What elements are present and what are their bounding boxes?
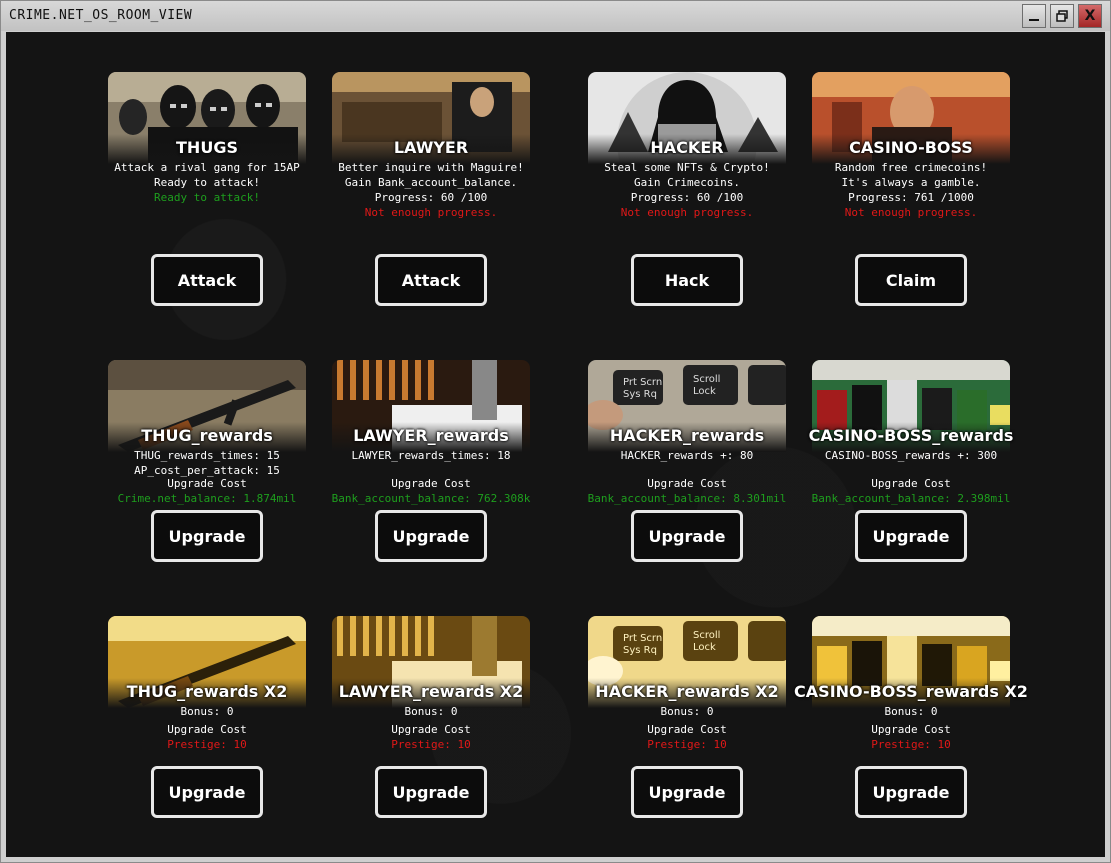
close-button[interactable]: X bbox=[1078, 4, 1102, 28]
card-thugs: THUGS Attack a rival gang for 15AP Ready… bbox=[60, 72, 320, 322]
card-lawyer-rewards: LAWYER_rewards LAWYER_rewards_times: 18 … bbox=[284, 360, 544, 610]
bonus-text: Bonus: 0 bbox=[404, 705, 458, 718]
maximize-icon bbox=[1056, 10, 1068, 22]
app-window: CRIME.NET_OS_ROOM_VIEW X THUGS Attack a … bbox=[0, 0, 1111, 863]
upgrade-button[interactable]: Upgrade bbox=[855, 766, 967, 818]
card-thug-rewards: THUG_rewards THUG_rewards_times: 15 AP_c… bbox=[60, 360, 320, 610]
hack-button[interactable]: Hack bbox=[631, 254, 743, 306]
card-title: LAWYER bbox=[393, 138, 469, 157]
card-casino-boss: CASINO-BOSS Random free crimecoins! It's… bbox=[764, 72, 1024, 322]
bonus-text: Bonus: 0 bbox=[884, 705, 938, 718]
svg-text:Lock: Lock bbox=[693, 386, 716, 397]
card-hacker: HACKER Steal some NFTs & Crypto! Gain Cr… bbox=[540, 72, 800, 322]
card-hacker-rewards-x2: Prt Scrn Sys Rq Scroll Lock HACKER_rewar… bbox=[540, 616, 800, 857]
svg-text:Scroll: Scroll bbox=[693, 374, 720, 385]
card-casino-boss-rewards: CASINO-BOSS_rewards CASINO-BOSS_rewards … bbox=[764, 360, 1024, 610]
card-lawyer-rewards-x2: LAWYER_rewards X2 Bonus: 0 Upgrade Cost … bbox=[284, 616, 544, 857]
card-title: LAWYER_rewards X2 bbox=[338, 682, 524, 701]
upgrade-button[interactable]: Upgrade bbox=[855, 510, 967, 562]
card-hacker-rewards: Prt Scrn Sys Rq Scroll Lock HACKER_rewar… bbox=[540, 360, 800, 610]
title-bar[interactable]: CRIME.NET_OS_ROOM_VIEW X bbox=[1, 1, 1110, 31]
card-thug-rewards-x2: THUG_rewards X2 Bonus: 0 Upgrade Cost Pr… bbox=[60, 616, 320, 857]
upgrade-button[interactable]: Upgrade bbox=[375, 510, 487, 562]
attack-button[interactable]: Attack bbox=[151, 254, 263, 306]
upgrade-cost-label: Upgrade Cost bbox=[871, 723, 951, 736]
svg-text:Lock: Lock bbox=[693, 642, 716, 653]
svg-text:Sys Rq: Sys Rq bbox=[623, 389, 657, 400]
upgrade-cost-label: Upgrade Cost bbox=[871, 477, 951, 490]
prestige-cost-text: Prestige: 10 bbox=[871, 738, 951, 751]
svg-text:Scroll: Scroll bbox=[693, 630, 720, 641]
maximize-button[interactable] bbox=[1050, 4, 1074, 28]
minimize-button[interactable] bbox=[1022, 4, 1046, 28]
card-line: LAWYER_rewards_times: 18 bbox=[351, 449, 511, 462]
upgrade-button[interactable]: Upgrade bbox=[375, 766, 487, 818]
card-title: CASINO-BOSS_rewards X2 bbox=[794, 682, 1028, 701]
card-title: CASINO-BOSS bbox=[849, 138, 973, 157]
card-title: CASINO-BOSS_rewards bbox=[808, 426, 1014, 445]
card-title: LAWYER_rewards bbox=[353, 426, 509, 445]
window-title: CRIME.NET_OS_ROOM_VIEW bbox=[9, 8, 193, 23]
balance-text: Bank_account_balance: 762.308k bbox=[331, 492, 531, 505]
balance-text: Bank_account_balance: 2.398mil bbox=[811, 492, 1011, 505]
svg-text:Prt Scrn: Prt Scrn bbox=[623, 377, 662, 388]
attack-button[interactable]: Attack bbox=[375, 254, 487, 306]
status-text: Not enough progress. bbox=[364, 206, 498, 219]
card-casino-boss-rewards-x2: CASINO-BOSS_rewards X2 Bonus: 0 Upgrade … bbox=[764, 616, 1028, 857]
card-line: Gain Bank_account_balance. bbox=[344, 176, 518, 189]
upgrade-cost-label: Upgrade Cost bbox=[391, 477, 471, 490]
upgrade-button[interactable]: Upgrade bbox=[151, 766, 263, 818]
card-line: Better inquire with Maguire! bbox=[338, 161, 524, 174]
svg-text:Prt Scrn: Prt Scrn bbox=[623, 633, 662, 644]
svg-text:Sys Rq: Sys Rq bbox=[623, 645, 657, 656]
progress-text: Progress: 60 /100 bbox=[374, 191, 488, 204]
status-text: Not enough progress. bbox=[844, 206, 978, 219]
card-lawyer: LAWYER Better inquire with Maguire! Gain… bbox=[284, 72, 544, 322]
upgrade-cost-label: Upgrade Cost bbox=[391, 723, 471, 736]
card-line: CASINO-BOSS_rewards +: 300 bbox=[824, 449, 998, 462]
upgrade-button[interactable]: Upgrade bbox=[631, 510, 743, 562]
progress-text: Progress: 761 /1000 bbox=[848, 191, 974, 204]
card-line: Random free crimecoins! bbox=[834, 161, 988, 174]
room-view: THUGS Attack a rival gang for 15AP Ready… bbox=[6, 32, 1105, 857]
claim-button[interactable]: Claim bbox=[855, 254, 967, 306]
upgrade-button[interactable]: Upgrade bbox=[631, 766, 743, 818]
upgrade-button[interactable]: Upgrade bbox=[151, 510, 263, 562]
close-icon: X bbox=[1084, 8, 1096, 24]
prestige-cost-text: Prestige: 10 bbox=[391, 738, 471, 751]
card-line: It's always a gamble. bbox=[841, 176, 981, 189]
minimize-icon bbox=[1029, 19, 1039, 21]
